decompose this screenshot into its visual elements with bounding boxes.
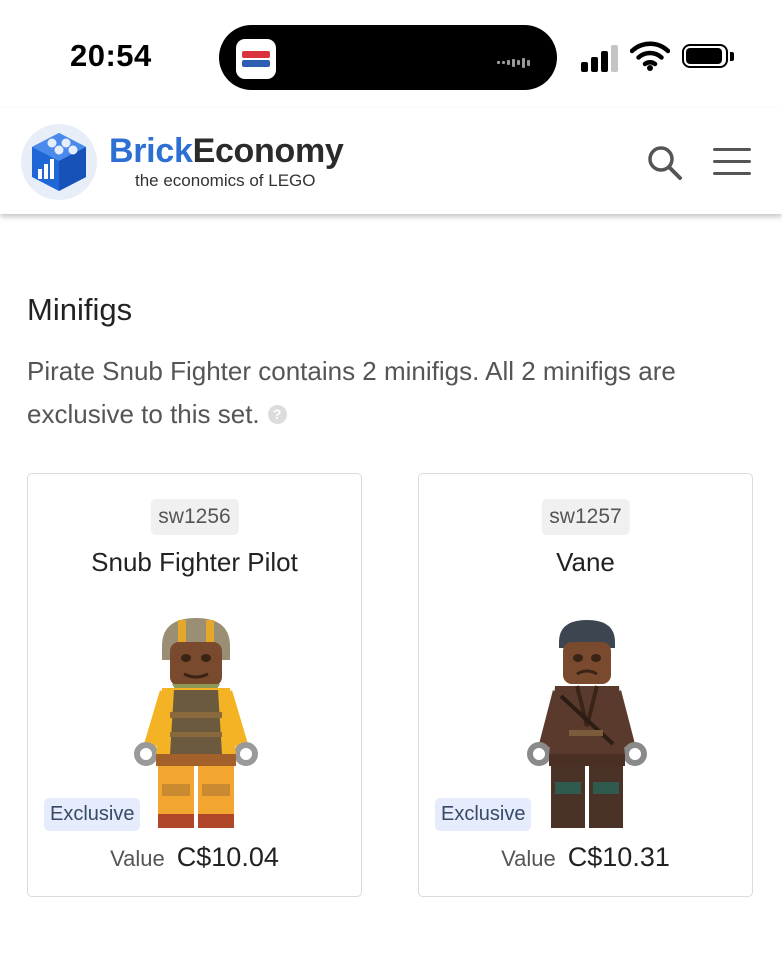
audio-wave-icon bbox=[497, 54, 537, 68]
site-header: BrickEconomy the economics of LEGO bbox=[0, 108, 782, 214]
value-label: Value bbox=[501, 846, 556, 871]
hamburger-menu-icon[interactable] bbox=[711, 144, 755, 178]
brickeconomy-logo-icon[interactable] bbox=[20, 123, 98, 201]
minifig-card[interactable]: sw1256 Snub Fighter Pilot Exclusive Valu… bbox=[27, 473, 362, 897]
brand-tagline: the economics of LEGO bbox=[135, 171, 316, 190]
value-label: Value bbox=[110, 846, 165, 871]
minifig-name[interactable]: Snub Fighter Pilot bbox=[28, 547, 361, 578]
brand-name: BrickEconomy bbox=[109, 132, 344, 170]
wifi-icon bbox=[629, 40, 671, 72]
section-title: Minifigs bbox=[27, 292, 133, 327]
value-row: Value C$10.31 bbox=[419, 842, 752, 873]
exclusive-badge: Exclusive bbox=[435, 798, 532, 831]
brand[interactable]: BrickEconomy the economics of LEGO bbox=[109, 132, 344, 191]
minifig-id[interactable]: sw1256 bbox=[150, 499, 239, 535]
description-text: Pirate Snub Fighter contains 2 minifigs.… bbox=[27, 356, 676, 429]
minifig-image[interactable] bbox=[517, 616, 657, 831]
search-icon[interactable] bbox=[645, 143, 685, 183]
status-time: 20:54 bbox=[70, 38, 152, 73]
status-bar: 20:54 bbox=[0, 0, 782, 108]
value-amount: C$10.31 bbox=[567, 842, 670, 872]
cellular-signal-icon bbox=[581, 44, 621, 72]
value-amount: C$10.04 bbox=[176, 842, 279, 872]
battery-icon bbox=[682, 44, 734, 70]
dynamic-island bbox=[219, 25, 557, 90]
brand-name-part1: Brick bbox=[109, 132, 193, 170]
live-activity-app-icon bbox=[236, 39, 276, 79]
minifig-image[interactable] bbox=[126, 616, 266, 831]
exclusive-badge: Exclusive bbox=[44, 798, 141, 831]
brand-name-part2: Economy bbox=[192, 132, 344, 170]
section-description: Pirate Snub Fighter contains 2 minifigs.… bbox=[27, 350, 757, 436]
minifig-id[interactable]: sw1257 bbox=[541, 499, 630, 535]
help-icon[interactable]: ? bbox=[267, 404, 287, 424]
minifig-name[interactable]: Vane bbox=[419, 547, 752, 578]
minifig-card[interactable]: sw1257 Vane Exclusive Value C$10.31 bbox=[418, 473, 753, 897]
value-row: Value C$10.04 bbox=[28, 842, 361, 873]
